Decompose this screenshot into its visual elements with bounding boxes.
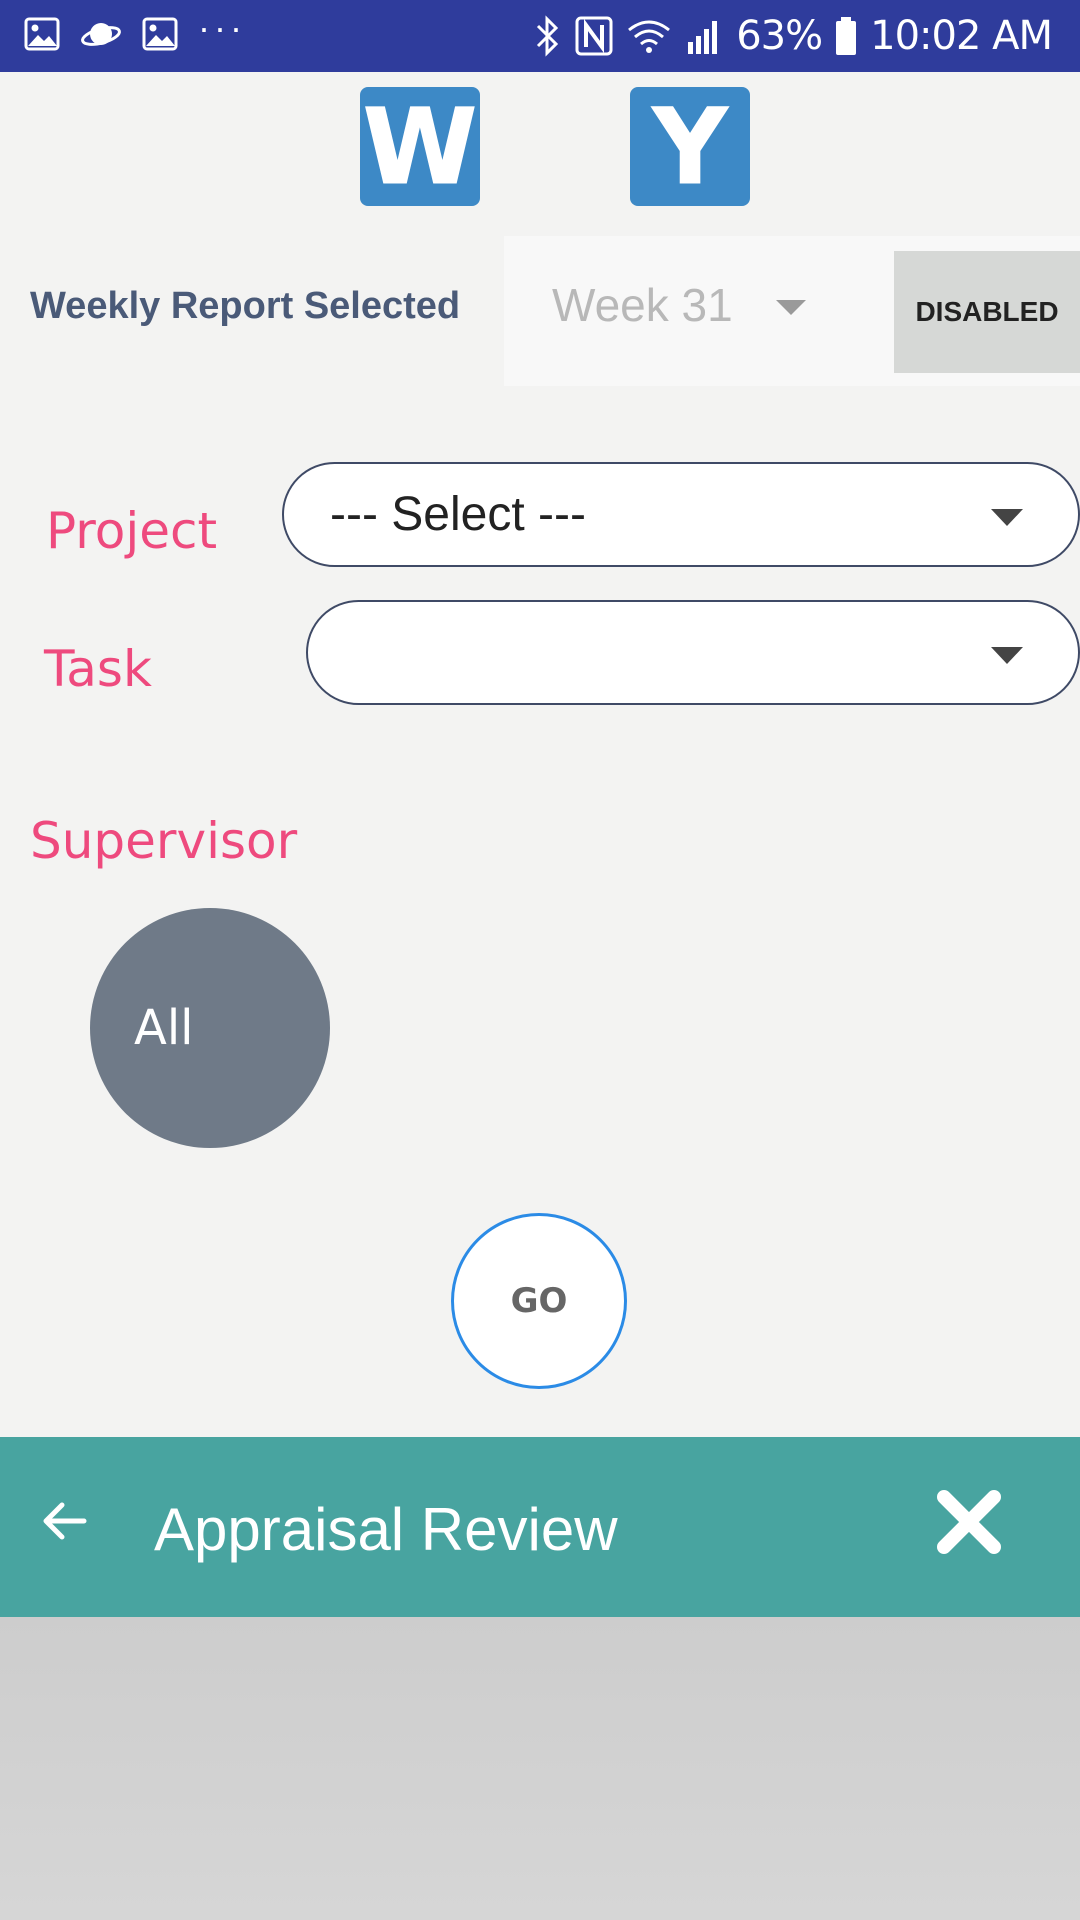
close-icon[interactable] [934, 1487, 1004, 1557]
project-dropdown[interactable]: --- Select --- [282, 462, 1080, 567]
week-dropdown-caret-icon[interactable] [776, 300, 806, 315]
image-icon [142, 17, 178, 51]
week-dropdown[interactable]: Week 31 [552, 278, 733, 332]
bluetooth-icon [537, 15, 559, 57]
weekly-report-selected-label: Weekly Report Selected [30, 285, 461, 327]
week-selector-panel: Week 31 DISABLED [504, 236, 1080, 386]
battery-percentage: 63% [736, 13, 823, 59]
battery-icon [836, 17, 857, 55]
image-icon [24, 17, 60, 51]
status-bar: ··· 63% 10:02 AM [0, 0, 1080, 72]
project-label: Project [46, 502, 218, 560]
yearly-report-letter: Y [652, 85, 728, 208]
content-area [0, 1617, 1080, 1920]
task-dropdown-caret-icon [991, 647, 1023, 664]
supervisor-all-label: All [134, 1000, 194, 1056]
nfc-icon [575, 16, 613, 56]
appbar-title: Appraisal Review [154, 1496, 618, 1563]
task-label: Task [44, 640, 152, 698]
task-dropdown[interactable] [306, 600, 1080, 705]
clock: 10:02 AM [870, 13, 1053, 59]
yearly-report-button[interactable]: Y [630, 87, 750, 206]
disabled-button[interactable]: DISABLED [894, 251, 1080, 373]
go-button-label: GO [510, 1281, 568, 1321]
signal-icon [688, 21, 718, 54]
system-icons: 63% 10:02 AM [534, 10, 1053, 62]
more-notifications-icon: ··· [198, 7, 246, 48]
supervisor-label: Supervisor [30, 812, 298, 870]
notification-icons: ··· [24, 7, 246, 52]
weekly-report-letter: W [362, 85, 478, 208]
go-button[interactable]: GO [451, 1213, 627, 1389]
weekly-report-button[interactable]: W [360, 87, 480, 206]
back-arrow-icon[interactable] [38, 1495, 90, 1547]
bottom-app-bar: Appraisal Review [0, 1437, 1080, 1617]
project-dropdown-value: --- Select --- [330, 488, 586, 541]
saturn-icon [81, 23, 121, 46]
supervisor-all-option[interactable]: All [90, 908, 330, 1148]
project-dropdown-caret-icon [991, 509, 1023, 526]
disabled-button-label: DISABLED [915, 296, 1059, 327]
wifi-icon [628, 20, 671, 53]
